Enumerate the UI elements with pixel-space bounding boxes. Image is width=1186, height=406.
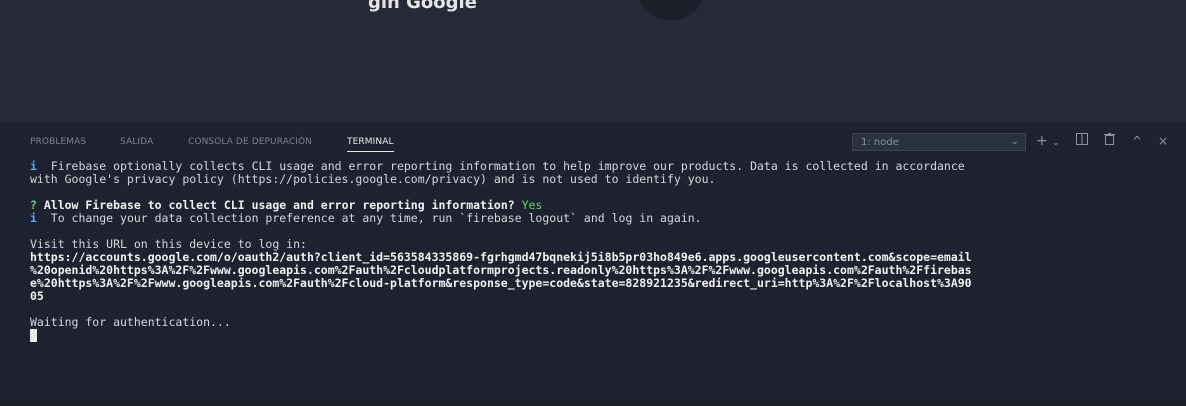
status-bar	[0, 400, 1186, 406]
terminal-output[interactable]: i Firebase optionally collects CLI usage…	[30, 160, 1180, 342]
panel-tab-bar: PROBLEMAS SALIDA CONSOLA DE DEPURACIÓN T…	[0, 128, 1186, 156]
tab-debug-console[interactable]: CONSOLA DE DEPURACIÓN	[188, 137, 312, 147]
terminal-line: ? Allow Firebase to collect CLI usage an…	[30, 199, 1180, 212]
terminal-line: i Firebase optionally collects CLI usage…	[30, 160, 1180, 173]
split-terminal-icon[interactable]	[1076, 133, 1088, 149]
terminal-line: with Google's privacy policy (https://po…	[30, 173, 716, 186]
terminal-line: i To change your data collection prefere…	[30, 212, 1180, 225]
question-icon: ?	[30, 199, 37, 212]
auth-url-line[interactable]: https://accounts.google.com/o/oauth2/aut…	[30, 251, 1180, 264]
auth-url-line[interactable]: 05	[30, 290, 1180, 303]
prompt-answer: Yes	[514, 199, 543, 212]
tab-problems[interactable]: PROBLEMAS	[30, 137, 86, 147]
tab-output[interactable]: SALIDA	[120, 137, 153, 147]
terminal-text: To change your data collection preferenc…	[36, 212, 702, 225]
auth-url-line[interactable]: %20openid%20https%3A%2F%2Fwww.googleapis…	[30, 264, 1180, 277]
page-heading-fragment: gin Google	[368, 0, 477, 13]
chevron-down-icon[interactable]: ⌄	[1052, 135, 1060, 151]
chevron-up-icon[interactable]: ^	[1132, 133, 1142, 149]
terminal-line: Visit this URL on this device to log in:	[30, 238, 307, 251]
tab-terminal[interactable]: TERMINAL	[347, 137, 394, 152]
info-icon: i	[30, 160, 37, 173]
chevron-down-icon: ⌄	[1010, 136, 1019, 147]
terminal-line	[30, 329, 1180, 342]
close-icon[interactable]: ×	[1158, 133, 1168, 149]
editor-area: gin Google	[0, 0, 1186, 122]
plus-icon[interactable]: +	[1036, 133, 1048, 149]
terminal-line: Waiting for authentication...	[30, 316, 231, 329]
terminal-cursor	[30, 329, 37, 342]
auth-url-line[interactable]: e%20https%3A%2F%2Fwww.googleapis.com%2Fa…	[30, 277, 1180, 290]
trash-icon[interactable]	[1104, 133, 1115, 149]
info-icon: i	[30, 212, 37, 225]
terminal-selector-value: 1: node	[861, 137, 899, 148]
terminal-selector[interactable]: 1: node ⌄	[852, 133, 1026, 151]
prompt-question: Allow Firebase to collect CLI usage and …	[36, 199, 515, 212]
logo-fragment	[636, 0, 714, 29]
terminal-text: Firebase optionally collects CLI usage a…	[36, 160, 965, 173]
